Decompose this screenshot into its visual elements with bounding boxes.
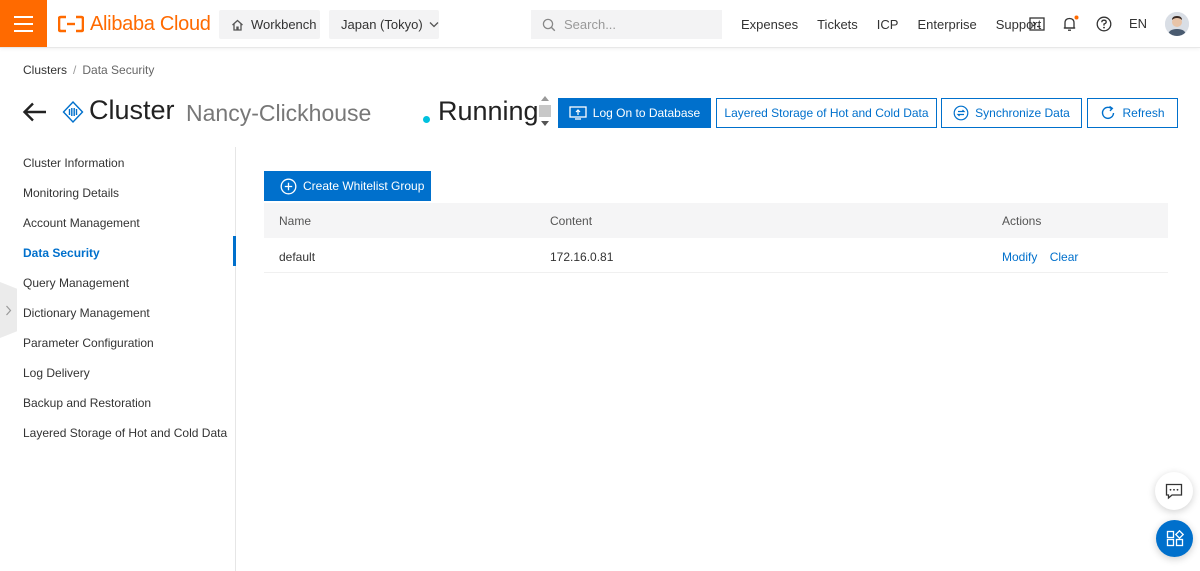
- nav-parameter-configuration[interactable]: Parameter Configuration: [23, 336, 154, 350]
- layered-storage-label: Layered Storage of Hot and Cold Data: [724, 106, 929, 120]
- layered-storage-button[interactable]: Layered Storage of Hot and Cold Data: [716, 98, 937, 128]
- nav-layered-storage[interactable]: Layered Storage of Hot and Cold Data: [23, 426, 227, 440]
- nav-data-security[interactable]: Data Security: [23, 246, 100, 260]
- tickets-link[interactable]: Tickets: [817, 17, 858, 32]
- create-whitelist-group-label: Create Whitelist Group: [303, 179, 425, 193]
- chevron-down-icon: [429, 22, 439, 28]
- row-name: default: [279, 250, 316, 264]
- workbench-label: Workbench: [251, 17, 317, 32]
- cluster-status: Running: [438, 96, 539, 126]
- cluster-name: Nancy-Clickhouse: [186, 100, 372, 126]
- breadcrumb: Clusters / Data Security: [23, 63, 154, 77]
- clear-link[interactable]: Clear: [1050, 250, 1079, 264]
- nav-query-management[interactable]: Query Management: [23, 276, 129, 290]
- page-title: Cluster: [89, 95, 175, 125]
- avatar-image: [1165, 12, 1189, 36]
- refresh-icon: [1102, 105, 1115, 119]
- chat-icon: [1165, 483, 1183, 499]
- icp-link[interactable]: ICP: [877, 17, 899, 32]
- table-row: default 172.16.0.81 Modify Clear: [264, 238, 1168, 273]
- whitelist-table: Name Content Actions default 172.16.0.81…: [264, 203, 1168, 273]
- scroll-thumb[interactable]: [539, 105, 551, 117]
- sidebar-collapse-toggle[interactable]: [0, 282, 17, 338]
- refresh-label: Refresh: [1122, 106, 1165, 120]
- synchronize-data-button[interactable]: Synchronize Data: [941, 98, 1082, 128]
- nav-monitoring-details[interactable]: Monitoring Details: [23, 186, 119, 200]
- apps-grid-icon: [1166, 529, 1184, 546]
- nav-backup-and-restoration[interactable]: Backup and Restoration: [23, 396, 151, 410]
- feedback-chat-button[interactable]: [1155, 472, 1193, 510]
- global-search[interactable]: [531, 10, 722, 39]
- nav-log-delivery[interactable]: Log Delivery: [23, 366, 90, 380]
- top-links: Expenses Tickets ICP Enterprise Support: [741, 16, 1041, 32]
- scroll-down-icon[interactable]: [541, 121, 549, 126]
- side-navigation: [0, 147, 236, 571]
- status-indicator-dot: [423, 116, 430, 123]
- help-icon[interactable]: [1094, 14, 1114, 34]
- table-header: Name Content Actions: [264, 203, 1168, 238]
- nav-cluster-information[interactable]: Cluster Information: [23, 156, 124, 170]
- sync-icon: [953, 105, 969, 121]
- clickhouse-cluster-icon: [62, 101, 84, 123]
- bell-icon[interactable]: [1060, 14, 1080, 34]
- workbench-button[interactable]: Workbench: [219, 10, 320, 39]
- brand-name: Alibaba Cloud: [90, 12, 211, 35]
- menu-icon[interactable]: [0, 0, 47, 47]
- breadcrumb-clusters[interactable]: Clusters: [23, 63, 67, 77]
- breadcrumb-separator: /: [73, 63, 77, 77]
- app-shortcuts-button[interactable]: [1156, 520, 1193, 557]
- refresh-button[interactable]: Refresh: [1087, 98, 1178, 128]
- search-input[interactable]: [564, 17, 714, 32]
- monitor-login-icon: [569, 106, 587, 120]
- region-label: Japan (Tokyo): [341, 17, 423, 32]
- home-icon: [232, 19, 243, 31]
- chevron-right-icon: [6, 305, 12, 315]
- language-switcher[interactable]: EN: [1129, 16, 1147, 31]
- column-header-name: Name: [279, 214, 312, 228]
- region-selector[interactable]: Japan (Tokyo): [329, 10, 439, 39]
- breadcrumb-current: Data Security: [82, 63, 155, 77]
- terminal-icon[interactable]: [1027, 14, 1047, 34]
- log-on-label: Log On to Database: [592, 106, 701, 120]
- nav-account-management[interactable]: Account Management: [23, 216, 140, 230]
- active-nav-indicator: [233, 236, 236, 266]
- column-header-actions: Actions: [1002, 214, 1042, 228]
- synchronize-data-label: Synchronize Data: [975, 106, 1070, 120]
- logo-mark-icon: [58, 15, 84, 33]
- notification-dot: [1074, 15, 1079, 20]
- expenses-link[interactable]: Expenses: [741, 17, 798, 32]
- row-content: 172.16.0.81: [550, 250, 614, 264]
- enterprise-link[interactable]: Enterprise: [917, 17, 976, 32]
- log-on-to-database-button[interactable]: Log On to Database: [558, 98, 711, 128]
- add-circle-icon: [280, 178, 297, 194]
- column-header-content: Content: [550, 214, 593, 228]
- modify-link[interactable]: Modify: [1002, 250, 1037, 264]
- status-scroll-spinner[interactable]: [538, 94, 552, 129]
- create-whitelist-group-button[interactable]: Create Whitelist Group: [264, 171, 431, 201]
- top-navigation-bar: Alibaba Cloud Workbench Japan (Tokyo) Ex…: [0, 0, 1200, 48]
- search-icon: [542, 18, 556, 31]
- user-avatar[interactable]: [1165, 12, 1189, 36]
- scroll-up-icon[interactable]: [541, 96, 549, 101]
- row-actions: Modify Clear: [1002, 250, 1078, 264]
- back-arrow-icon[interactable]: [22, 100, 48, 124]
- nav-dictionary-management[interactable]: Dictionary Management: [23, 306, 150, 320]
- alibaba-cloud-logo[interactable]: Alibaba Cloud: [58, 11, 211, 37]
